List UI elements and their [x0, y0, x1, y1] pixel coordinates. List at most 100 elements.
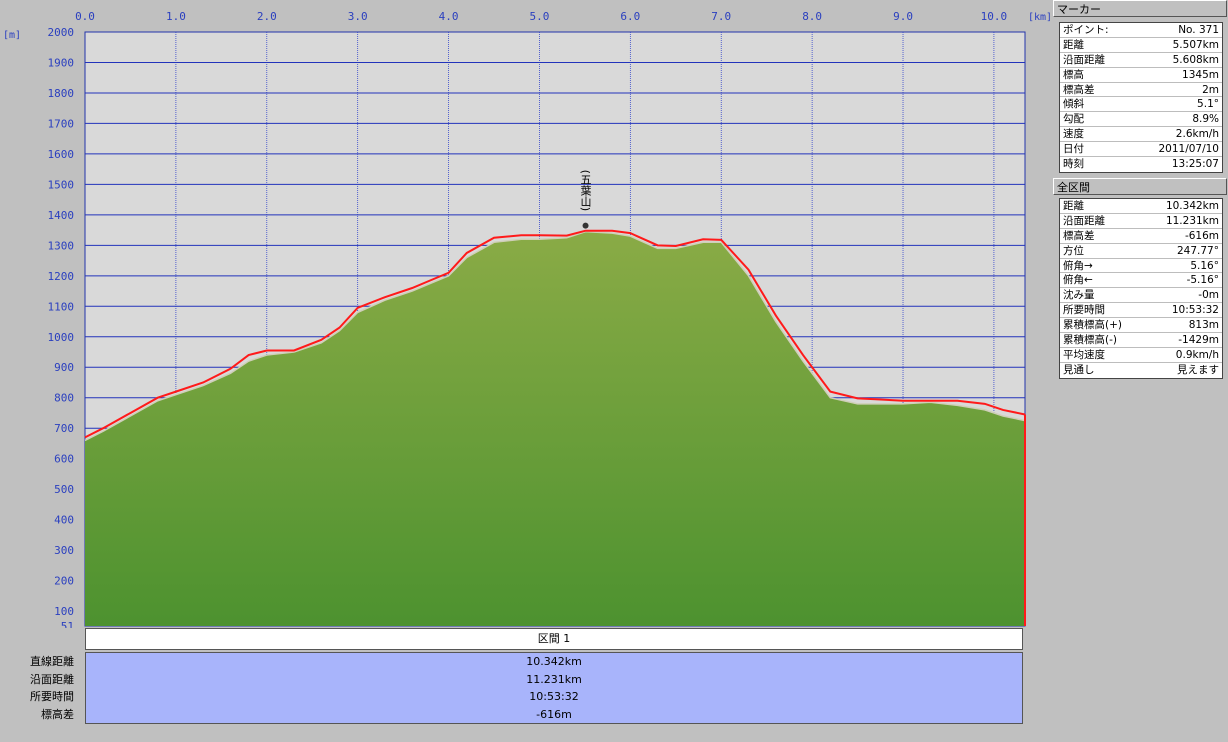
x-tick-label: 5.0	[530, 10, 550, 23]
all-panel-row: 沈み量 -0m	[1060, 288, 1222, 304]
all-panel-row: 平均速度 0.9km/h	[1060, 348, 1222, 363]
all-panel-row: 見通し 見えます	[1060, 363, 1222, 378]
x-unit-label: [km]	[1028, 12, 1050, 23]
all-panel-key: 方位	[1063, 244, 1084, 257]
y-tick-label: 400	[54, 514, 74, 527]
y-unit-label: [m]	[3, 30, 21, 41]
all-panel: 距離 10.342km 沿面距離 11.231km 標高差 -616m 方位 247.77° 俯…	[1059, 198, 1223, 379]
y-tick-label: 1800	[48, 87, 75, 100]
all-panel-row: 方位 247.77°	[1060, 244, 1222, 259]
marker-panel-key: 標高	[1063, 68, 1084, 81]
all-panel-value: 10:53:32	[1171, 304, 1219, 317]
x-tick-label: 8.0	[802, 10, 822, 23]
marker-panel-key: 標高差	[1063, 83, 1095, 96]
y-tick-label: 1500	[48, 178, 75, 191]
all-panel-key: 沿面距離	[1063, 214, 1105, 227]
all-panel-key: 見通し	[1063, 363, 1095, 376]
x-tick-label: 3.0	[348, 10, 368, 23]
y-tick-label: 200	[54, 575, 74, 588]
marker-panel-title: マーカー	[1053, 0, 1227, 17]
all-panel-value: -5.16°	[1186, 274, 1219, 287]
elevation-chart[interactable]: 0.0 1.0 2.0 3.0 4.0 5.0 6.0 7.0 8.0 9.0 10.0 2000 1…	[0, 0, 1050, 628]
y-tick-label: 1000	[48, 331, 75, 344]
section-values: 10.342km 11.231km 10:53:32 -616m	[85, 652, 1023, 724]
y-tick-label: 1600	[48, 148, 75, 161]
all-panel-row: 距離 10.342km	[1060, 199, 1222, 214]
marker-panel: ポイント: No. 371 距離 5.507km 沿面距離 5.608km 標高 1345m 標…	[1059, 22, 1223, 173]
all-panel-value: -616m	[1184, 229, 1219, 242]
section-header[interactable]: 区間 1	[85, 628, 1023, 650]
all-panel-row: 累積標高(-) -1429m	[1060, 333, 1222, 348]
x-tick-label: 6.0	[620, 10, 640, 23]
y-tick-label: 700	[54, 422, 74, 435]
marker-panel-key: ポイント:	[1063, 24, 1109, 36]
all-panel-row: 標高差 -616m	[1060, 229, 1222, 244]
y-tick-label: 2000	[48, 26, 75, 39]
y-tick-label: 1700	[48, 117, 75, 130]
all-panel-value: -0m	[1198, 289, 1219, 302]
all-panel-key: 距離	[1063, 200, 1084, 212]
y-tick-label: 800	[54, 392, 74, 405]
all-panel-row: 沿面距離 11.231km	[1060, 214, 1222, 229]
all-panel-key: 平均速度	[1063, 348, 1105, 361]
marker-panel-key: 傾斜	[1063, 98, 1084, 111]
all-panel-value: 11.231km	[1165, 214, 1219, 227]
all-panel-key: 俯角←	[1063, 274, 1093, 287]
section-labels: 直線距離沿面距離所要時間標高差	[0, 653, 80, 723]
marker-label: (五葉山)	[579, 170, 592, 212]
y-tick-label: 600	[54, 453, 74, 466]
marker-panel-value: 5.507km	[1172, 38, 1219, 51]
y-tick-label: 900	[54, 361, 74, 374]
marker-panel-row: 標高差 2m	[1060, 83, 1222, 98]
all-panel-row: 所要時間 10:53:32	[1060, 303, 1222, 319]
all-panel-value: 247.77°	[1177, 244, 1219, 257]
marker-panel-row: 距離 5.507km	[1060, 38, 1222, 53]
all-panel-row: 累積標高(+) 813m	[1060, 318, 1222, 334]
x-tick-label: 7.0	[711, 10, 731, 23]
marker-panel-value: 2m	[1202, 83, 1219, 96]
section-value: -616m	[536, 707, 572, 721]
all-panel-value: 0.9km/h	[1175, 348, 1219, 361]
hiker-icon	[582, 222, 589, 229]
section-label: 標高差	[41, 707, 74, 721]
all-panel-value: 5.16°	[1190, 259, 1219, 272]
all-panel-key: 標高差	[1063, 229, 1095, 242]
marker-panel-value: 8.9%	[1192, 113, 1219, 126]
marker-panel-value: 2011/07/10	[1158, 143, 1219, 156]
y-tick-label: 1900	[48, 56, 75, 69]
section-value: 10:53:32	[529, 690, 579, 703]
marker-panel-value: 1345m	[1182, 68, 1219, 81]
section-label: 所要時間	[30, 690, 74, 703]
marker-panel-row: 傾斜 5.1°	[1060, 97, 1222, 113]
y-tick-label: 1100	[48, 300, 75, 313]
all-panel-key: 俯角→	[1063, 259, 1093, 272]
section-value: 11.231km	[526, 672, 582, 686]
marker-panel-row: 時刻 13:25:07	[1060, 157, 1222, 172]
marker-panel-row: 標高 1345m	[1060, 68, 1222, 83]
y-tick-label: 1400	[48, 209, 75, 222]
all-panel-value: 見えます	[1177, 363, 1219, 376]
marker-panel-value: 5.1°	[1197, 98, 1219, 111]
marker-panel-row: 勾配 8.9%	[1060, 112, 1222, 128]
section-label: 直線距離	[30, 655, 74, 668]
all-panel-value: 813m	[1188, 319, 1219, 332]
y-tick-label: 500	[54, 483, 74, 496]
all-panel-title: 全区間	[1053, 178, 1227, 195]
marker-panel-key: 速度	[1063, 128, 1084, 141]
all-panel-value: 10.342km	[1165, 200, 1219, 212]
section-value: 10.342km	[526, 655, 582, 668]
marker-panel-key: 勾配	[1063, 113, 1084, 126]
x-tick-label: 9.0	[893, 10, 913, 23]
marker-panel-key: 日付	[1063, 143, 1084, 156]
x-tick-label: 0.0	[75, 10, 95, 23]
all-panel-key: 所要時間	[1063, 304, 1105, 317]
x-tick-label: 2.0	[257, 10, 277, 23]
marker-panel-row: 速度 2.6km/h	[1060, 127, 1222, 143]
marker-panel-row: 日付 2011/07/10	[1060, 142, 1222, 158]
section-label: 沿面距離	[30, 672, 74, 686]
y-tick-label: 1200	[48, 270, 75, 283]
all-panel-value: -1429m	[1178, 334, 1219, 347]
marker-panel-value: 2.6km/h	[1175, 128, 1219, 141]
x-tick-label: 1.0	[166, 10, 186, 23]
marker-panel-key: 時刻	[1063, 158, 1084, 171]
